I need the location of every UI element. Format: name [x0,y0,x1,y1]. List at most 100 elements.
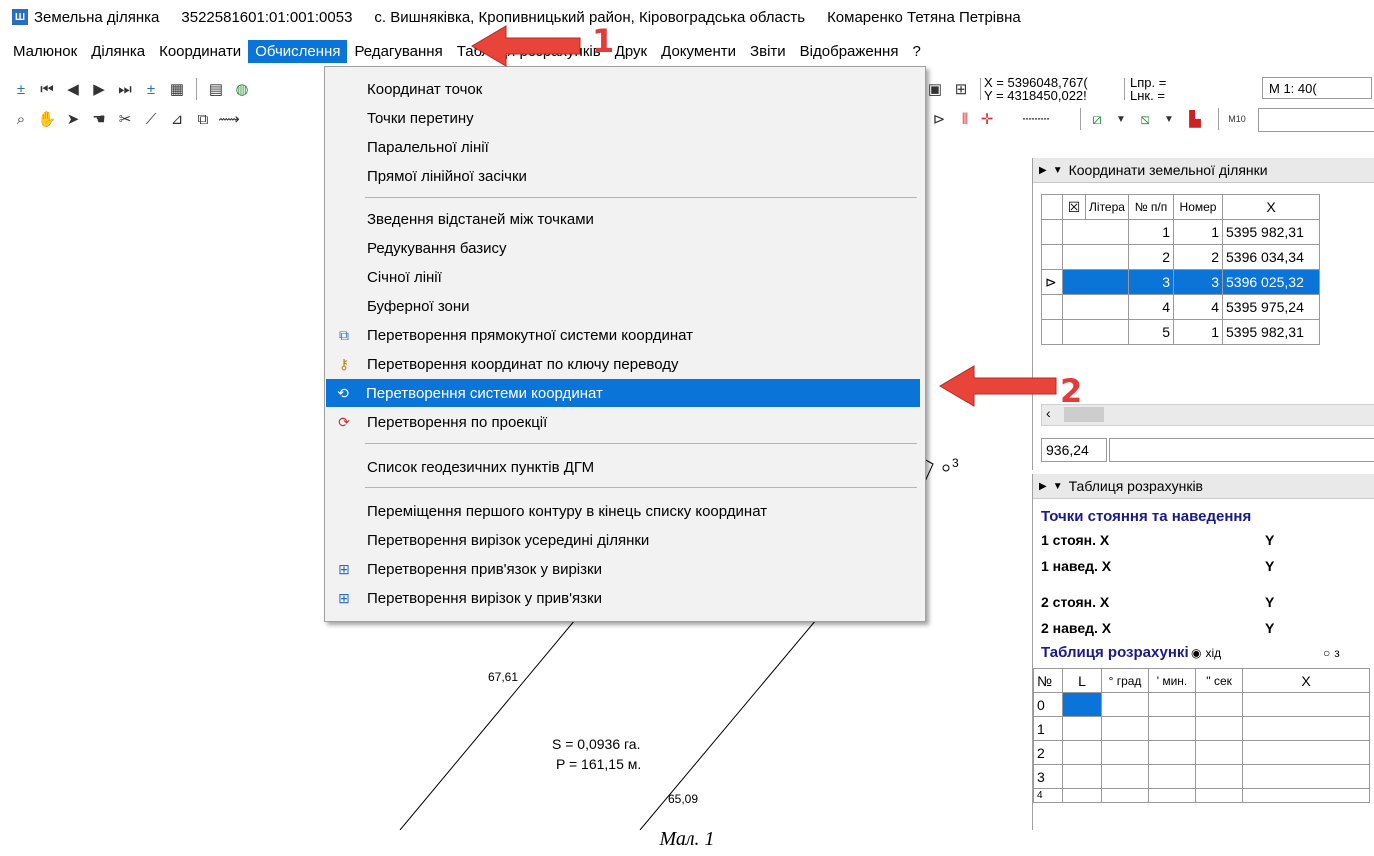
table-cell[interactable] [1062,244,1129,270]
table-cell[interactable] [1062,319,1129,345]
table-row[interactable]: 2 [1033,740,1370,765]
table-cell[interactable] [1062,764,1102,789]
table-row[interactable]: 4 4 5395 975,24 [1041,294,1320,320]
calculations-panel-header[interactable]: ▶ ▼ Таблиця розрахунків [1033,474,1374,499]
table-cell[interactable] [1148,740,1196,765]
column-header[interactable]: X [1222,194,1320,220]
table-cell[interactable] [1062,740,1102,765]
table-cell[interactable]: 2 [1128,244,1174,270]
menu-item-key-transform[interactable]: ⚷ Перетворення координат по ключу перевод… [327,350,921,378]
hatch-icon[interactable]: ⧄ [1086,108,1108,130]
radio-checked-icon[interactable]: ◉ [1191,646,1201,660]
table-cell[interactable] [1148,788,1196,803]
table-cell[interactable] [1101,788,1149,803]
table-cell[interactable] [1242,692,1370,717]
row-indicator[interactable] [1041,319,1063,345]
scale-combo[interactable] [1258,108,1374,132]
table-cell[interactable] [1195,692,1243,717]
menu-item-parallel-line[interactable]: Паралельної лінії [327,133,921,161]
menu-item-cutouts-to-bindings[interactable]: ⊞ Перетворення вирізок у прив'язки [327,584,921,612]
menu-item-basis-reduction[interactable]: Редукування базису [327,234,921,262]
menu-item-rectangular-transform[interactable]: ⧉ Перетворення прямокутної системи коорди… [327,321,921,349]
table-cell[interactable]: 3 [1128,269,1174,295]
menu-item-cutouts-transform[interactable]: Перетворення вирізок усередині ділянки [327,526,921,554]
table-cell[interactable]: 1 [1173,319,1223,345]
row-indicator[interactable] [1041,219,1063,245]
menu-item-linear-intersection[interactable]: Прямої лінійної засічки [327,162,921,190]
table-cell[interactable]: 3 [1173,269,1223,295]
table-row[interactable]: 4 [1033,788,1370,803]
column-header[interactable]: Номер [1173,194,1223,220]
table-row[interactable]: 1 [1033,716,1370,741]
table-row[interactable]: 5 1 5395 982,31 [1041,319,1320,345]
table-row-selected[interactable]: ⊳ 3 3 5396 025,32 [1041,269,1320,295]
radio-hid[interactable]: ◉ хід [1191,646,1221,660]
table-cell[interactable] [1062,219,1129,245]
table-cell[interactable]: 5395 982,31 [1222,319,1320,345]
collapse-icon[interactable]: ▼ [1053,165,1063,176]
column-header[interactable]: Літера [1085,194,1129,220]
table-cell[interactable]: 5395 975,24 [1222,294,1320,320]
table-cell[interactable]: 5396 034,34 [1222,244,1320,270]
menu-item-buffer-zone[interactable]: Буферної зони [327,292,921,320]
scale-field[interactable]: M 1: 40( [1262,77,1372,99]
table-row[interactable]: 2 2 5396 034,34 [1041,244,1320,270]
coordinates-panel-header[interactable]: ▶ ▼ Координати земельної ділянки [1033,158,1374,183]
table-cell[interactable]: 1 [1128,219,1174,245]
menu-item-point-coordinates[interactable]: Координат точок [327,75,921,103]
menu-item-distance-reduction[interactable]: Зведення відстаней між точками [327,205,921,233]
radio-z[interactable]: ○ з [1323,646,1340,660]
hatch-alt-icon[interactable]: ⧅ [1134,108,1156,130]
table-cell[interactable] [1148,692,1196,717]
menu-item-projection-transform[interactable]: ⟳ Перетворення по проекції [327,408,921,436]
export-icon[interactable]: ▙ [1184,108,1206,130]
table-cell[interactable] [1242,764,1370,789]
table-cell[interactable] [1148,716,1196,741]
table-cell[interactable] [1242,716,1370,741]
table-cell[interactable] [1101,740,1149,765]
table-cell[interactable] [1195,788,1243,803]
menu-item-system-transform[interactable]: ⟲ Перетворення системи координат [326,379,920,407]
table-cell[interactable] [1062,269,1129,295]
table-cell[interactable]: 4 [1173,294,1223,320]
table-cell[interactable]: 1 [1173,219,1223,245]
column-header[interactable]: '' сек [1195,668,1243,693]
current-row-arrow-icon[interactable]: ⊳ [1041,269,1063,295]
table-cell[interactable]: 2 [1173,244,1223,270]
table-cell[interactable] [1242,740,1370,765]
table-cell[interactable] [1148,764,1196,789]
table-cell[interactable]: 5396 025,32 [1222,269,1320,295]
table-cell[interactable] [1195,740,1243,765]
chevron-down-icon[interactable]: ▼ [1158,108,1180,130]
table-cell[interactable] [1242,788,1370,803]
table-cell[interactable]: 5 [1128,319,1174,345]
collapse-icon[interactable]: ▼ [1053,481,1063,492]
menu-item-bindings-to-cutouts[interactable]: ⊞ Перетворення прив'язок у вирізки [327,555,921,583]
coordinates-table[interactable]: ☒ Літера № п/п Номер X 1 1 5395 982,31 2… [1041,194,1320,345]
menu-item-secant-line[interactable]: Січної лінії [327,263,921,291]
table-cell[interactable] [1101,692,1149,717]
table-row[interactable]: 1 1 5395 982,31 [1041,219,1320,245]
menu-item-geodetic-points[interactable]: Список геодезичних пунктів ДГМ [327,453,921,481]
table-row[interactable]: 3 [1033,764,1370,789]
horizontal-scrollbar[interactable]: ‹ [1041,404,1374,426]
table-cell[interactable] [1101,716,1149,741]
column-header[interactable]: X [1242,668,1370,693]
row-indicator[interactable] [1041,244,1063,270]
table-row[interactable]: 0 [1033,692,1370,717]
menu-item-intersection-points[interactable]: Точки перетину [327,104,921,132]
table-cell[interactable]: 5395 982,31 [1222,219,1320,245]
row-indicator[interactable] [1041,294,1063,320]
table-cell-selected[interactable] [1062,692,1102,717]
table-cell[interactable] [1195,764,1243,789]
calculation-table[interactable]: № L ° град ' мин. '' сек X 0 1 2 3 4 [1033,668,1370,803]
table-cell[interactable]: 4 [1128,294,1174,320]
table-cell[interactable] [1062,788,1102,803]
m10-icon[interactable]: M10 [1226,108,1248,130]
radio-unchecked-icon[interactable]: ○ [1323,646,1330,660]
column-header[interactable]: ° град [1101,668,1149,693]
table-cell[interactable] [1062,294,1129,320]
column-header[interactable]: № п/п [1128,194,1174,220]
table-cell[interactable] [1195,716,1243,741]
expand-icon[interactable]: ▶ [1039,165,1047,176]
